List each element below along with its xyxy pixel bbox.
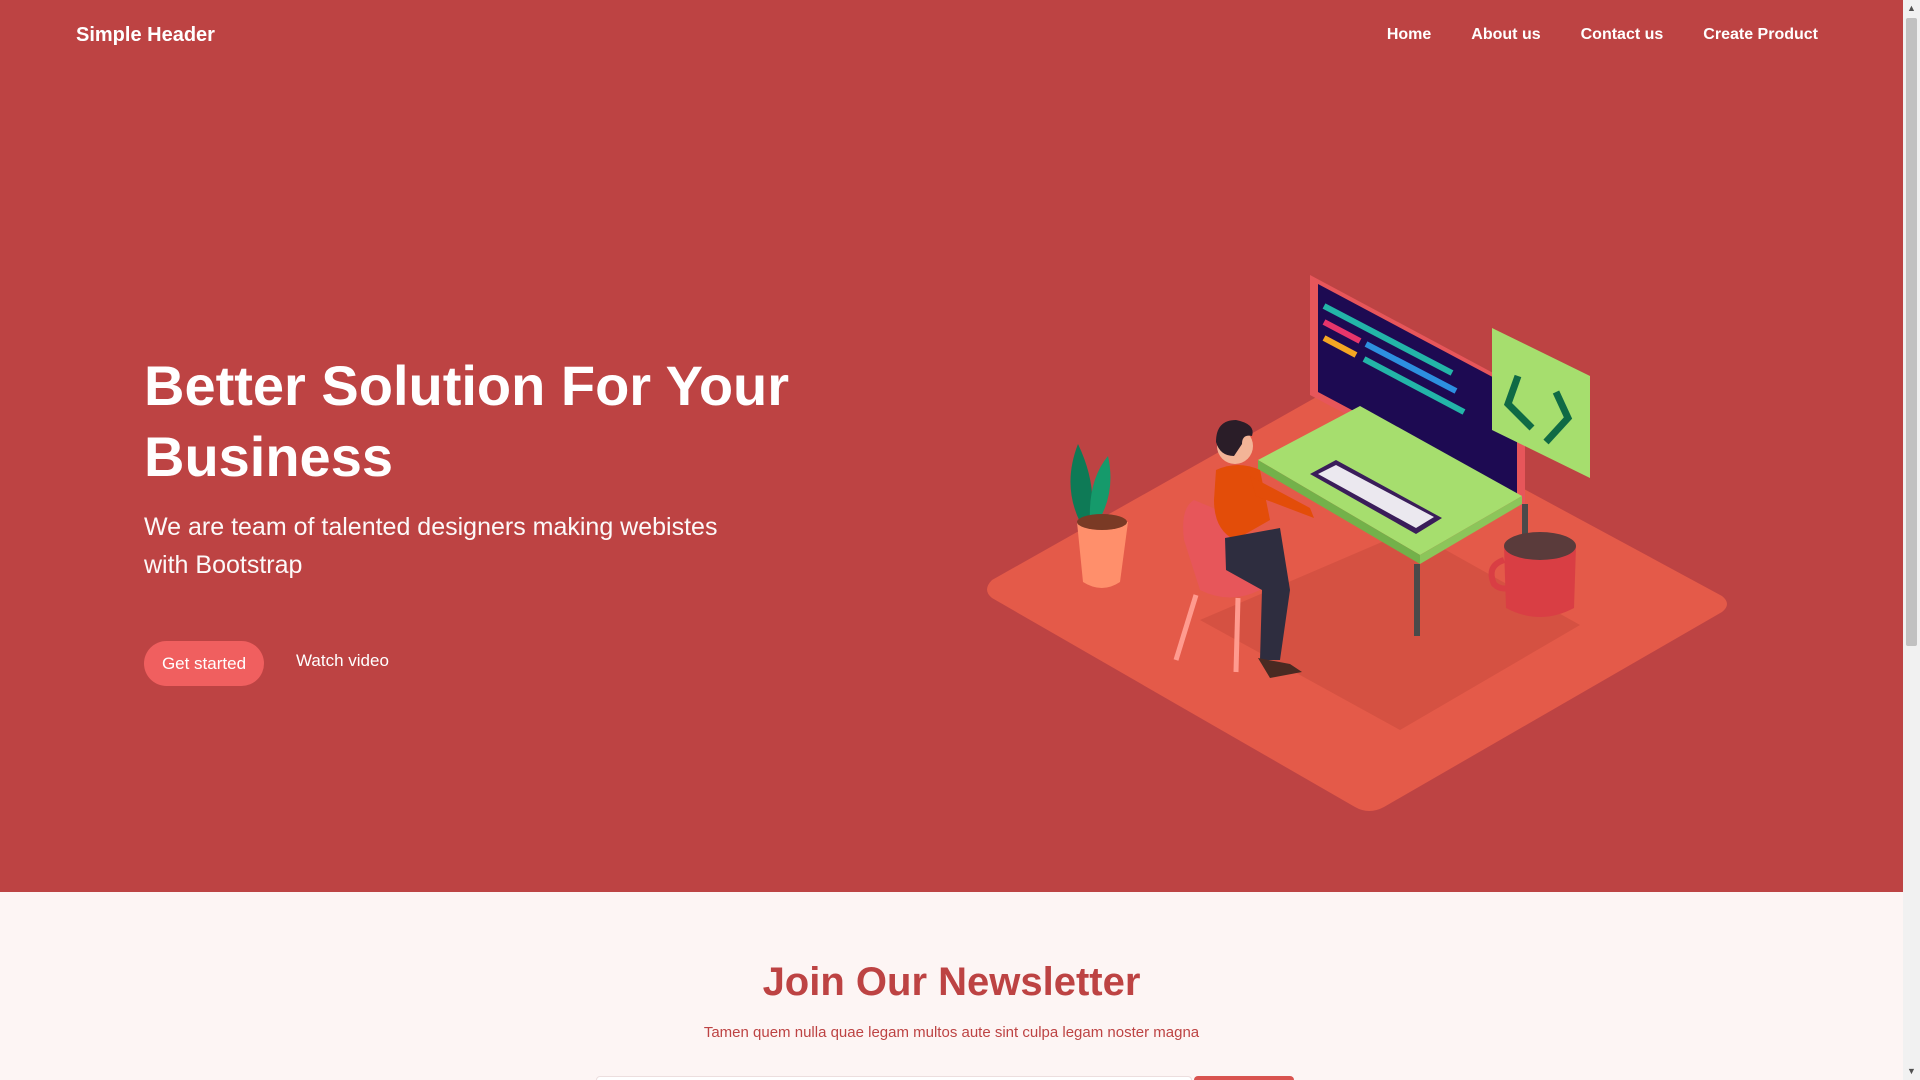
newsletter-email-input[interactable] [596,1076,1192,1080]
brand-logo[interactable]: Simple Header [76,24,215,47]
top-navbar: Simple Header Home About us Contact us C… [0,0,1903,74]
vertical-scrollbar[interactable]: ▲ ▼ [1903,0,1920,1080]
get-started-button[interactable]: Get started [144,641,264,686]
nav-about-us[interactable]: About us [1471,26,1540,44]
hero-title: Better Solution For Your Business [144,354,790,488]
watch-video-button[interactable]: Watch video [296,651,389,671]
nav-home[interactable]: Home [1387,26,1431,44]
subscribe-button[interactable] [1194,1076,1294,1080]
main-nav: Home About us Contact us Create Product [1387,26,1818,44]
newsletter-title: Join Our Newsletter [762,960,1141,1004]
nav-create-product[interactable]: Create Product [1703,26,1818,44]
scroll-thumb[interactable] [1906,18,1917,646]
hero-subtitle: We are team of talented designers making… [144,513,718,579]
newsletter-text: Tamen quem nulla quae legam multos aute … [703,1024,1200,1041]
hero-section: Simple Header Home About us Contact us C… [0,0,1903,892]
developer-at-desk-illustration [987,275,1727,811]
newsletter-section: Join Our Newsletter Tamen quem nulla qua… [0,892,1903,1080]
page: Simple Header Home About us Contact us C… [0,0,1903,1080]
nav-contact-us[interactable]: Contact us [1581,26,1664,44]
newsletter-form [596,1076,1296,1080]
scroll-down-arrow-icon[interactable]: ▼ [1903,1063,1920,1080]
scroll-up-arrow-icon[interactable]: ▲ [1903,0,1920,17]
